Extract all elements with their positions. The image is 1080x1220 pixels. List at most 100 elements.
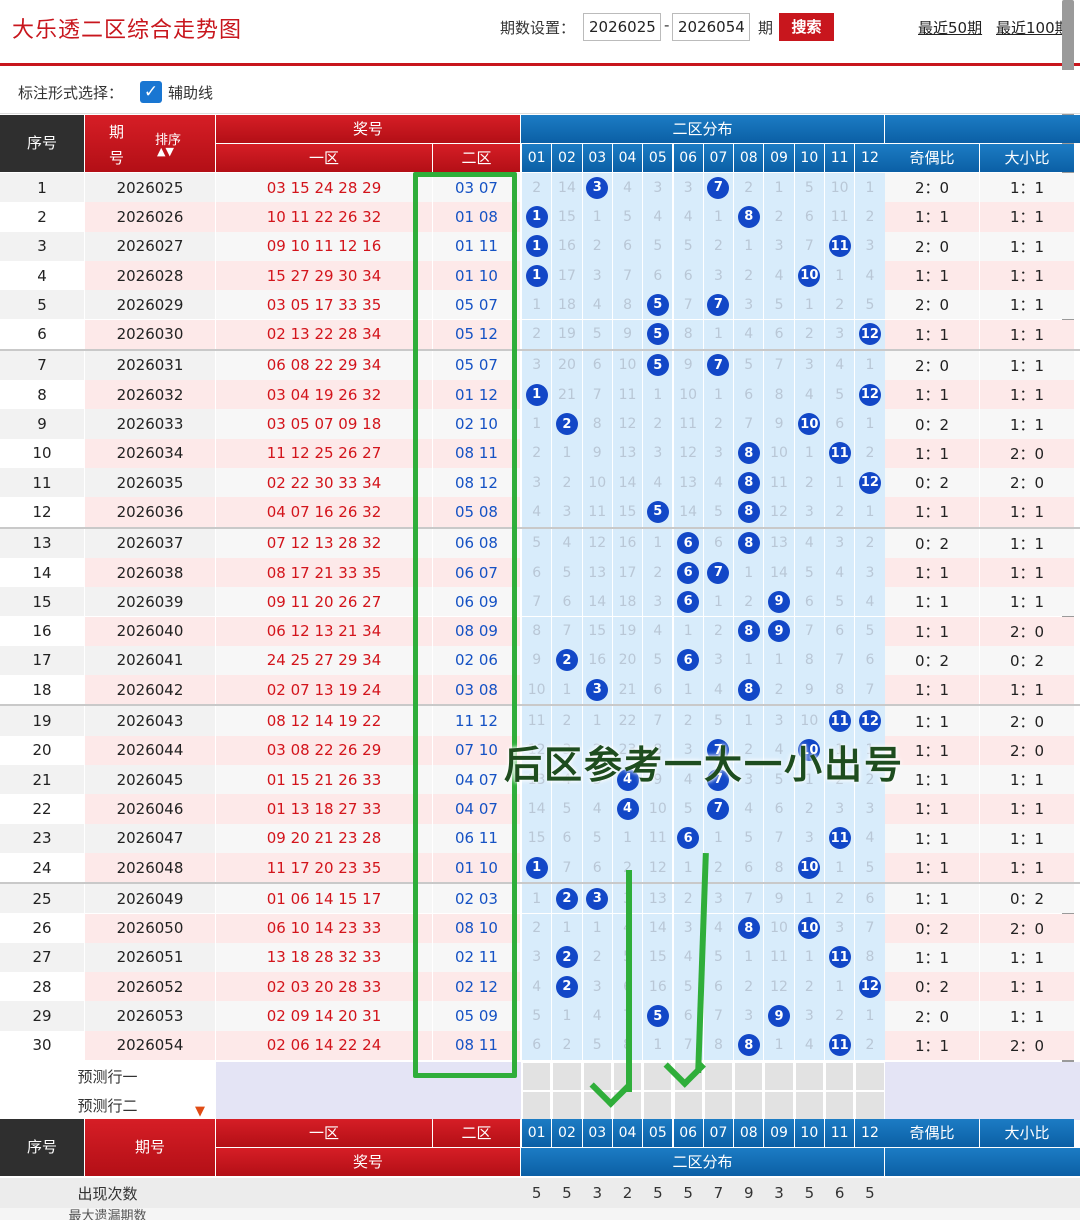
- predict-cell[interactable]: [794, 1062, 824, 1091]
- predict-cell[interactable]: [825, 1062, 855, 1091]
- predict-cell[interactable]: [764, 1062, 794, 1091]
- hit-ball: 11: [825, 942, 855, 973]
- zone1-cell: 09 10 11 12 16: [216, 231, 432, 261]
- miss-cell: 7: [552, 616, 582, 646]
- odd-even-cell: 1：1: [885, 1030, 979, 1060]
- miss-cell: 6: [522, 1030, 552, 1060]
- down-arrow-icon[interactable]: ▼: [195, 1104, 205, 1119]
- miss-cell: 5: [825, 380, 855, 410]
- table-row: 15 2026039 09 11 20 26 27 06 09 7 6 14 18 3 6 1 2 9 6…: [0, 587, 1080, 617]
- seq-cell: 11: [0, 468, 84, 498]
- miss-cell: 1: [703, 823, 734, 853]
- issue-cell: 2026049: [85, 884, 215, 914]
- hit-ball: 12: [855, 380, 885, 410]
- predict-cell[interactable]: [703, 1062, 734, 1091]
- predict-cell[interactable]: [522, 1062, 552, 1091]
- miss-cell: 8: [673, 319, 703, 349]
- seq-cell: 20: [0, 735, 84, 765]
- miss-cell: 1: [582, 202, 612, 232]
- hit-ball: 3: [582, 884, 612, 914]
- footer-num-07: 07: [703, 1119, 734, 1147]
- big-small-cell: 1：1: [980, 350, 1074, 381]
- odd-even-cell: 1：1: [885, 852, 979, 883]
- search-button[interactable]: 搜索: [779, 13, 834, 41]
- predict-cell[interactable]: [734, 1091, 764, 1120]
- predict-cell[interactable]: [673, 1091, 703, 1120]
- hit-ball: 7: [703, 350, 734, 381]
- miss-cell: 6: [825, 409, 855, 439]
- miss-cell: 2: [552, 1030, 582, 1060]
- zone1-cell: 02 06 14 22 24: [216, 1030, 432, 1060]
- predict-cell[interactable]: [764, 1091, 794, 1120]
- footer-num-02: 02: [552, 1119, 582, 1147]
- big-small-cell: 1：1: [980, 852, 1074, 883]
- hit-ball: 1: [522, 231, 552, 261]
- miss-cell: 1: [522, 884, 552, 914]
- footer-odd-even: 奇偶比: [885, 1119, 979, 1147]
- miss-cell: 4: [703, 675, 734, 705]
- miss-cell: 2: [734, 173, 764, 203]
- table-row: 26202605006 10 14 23 3308 10211414348101…: [0, 913, 1080, 943]
- predict-cell[interactable]: [855, 1062, 885, 1091]
- miss-cell: 3: [552, 497, 582, 527]
- period-from-input[interactable]: [583, 13, 661, 41]
- miss-cell: 3: [825, 794, 855, 824]
- predict-cell[interactable]: [703, 1091, 734, 1120]
- ball-12: 12: [858, 383, 881, 406]
- miss-cell: 2: [703, 231, 734, 261]
- big-small-cell: 2：0: [980, 468, 1074, 498]
- aux-line-checkbox[interactable]: ✓: [140, 81, 162, 103]
- miss-cell: 5: [855, 290, 885, 320]
- ball-08: 8: [737, 442, 760, 465]
- predict-cell[interactable]: [794, 1091, 824, 1120]
- seq-cell: 17: [0, 645, 84, 676]
- predict-cell[interactable]: [522, 1091, 552, 1120]
- seq-cell: 8: [0, 380, 84, 410]
- last-100-link[interactable]: 最近100期: [996, 17, 1070, 38]
- page-title: 大乐透二区综合走势图: [12, 18, 243, 43]
- period-unit: 期: [758, 19, 774, 37]
- last-50-link[interactable]: 最近50期: [918, 17, 982, 38]
- miss-cell: 11: [582, 497, 612, 527]
- ball-11: 11: [828, 1034, 851, 1057]
- predict-cell[interactable]: [734, 1062, 764, 1091]
- zone1-cell: 01 06 14 15 17: [216, 884, 432, 914]
- predict-row[interactable]: 预测行一: [0, 1062, 1080, 1091]
- ball-05: 5: [646, 293, 669, 316]
- miss-cell: 11: [522, 706, 552, 736]
- header-issue[interactable]: 期 号 排序 ▲▼: [85, 115, 215, 172]
- predict-cell[interactable]: [825, 1091, 855, 1120]
- miss-cell: 4: [764, 260, 794, 291]
- issue-cell: 2026041: [85, 645, 215, 676]
- miss-cell: 3: [855, 794, 885, 824]
- miss-cell: 1: [703, 587, 734, 617]
- miss-cell: 2: [825, 290, 855, 320]
- header-blank: [885, 115, 1080, 143]
- predict-row[interactable]: 预测行二: [0, 1091, 1080, 1120]
- odd-even-cell: 0：2: [885, 913, 979, 943]
- miss-cell: 2: [794, 794, 824, 824]
- miss-cell: 14: [582, 587, 612, 617]
- issue-cell: 2026043: [85, 706, 215, 736]
- predict-cell[interactable]: [552, 1062, 582, 1091]
- big-small-cell: 2：0: [980, 913, 1074, 943]
- seq-cell: 26: [0, 913, 84, 943]
- header-num-06: 06: [673, 144, 703, 172]
- appear-count: 7: [713, 1184, 724, 1202]
- miss-cell: 5: [703, 497, 734, 527]
- predict-cell[interactable]: [855, 1091, 885, 1120]
- period-to-input[interactable]: [672, 13, 750, 41]
- miss-cell: 1: [825, 260, 855, 291]
- miss-cell: 3: [673, 173, 703, 203]
- hit-ball: 11: [825, 231, 855, 261]
- predict-cell[interactable]: [643, 1091, 673, 1120]
- predict-cell[interactable]: [552, 1091, 582, 1120]
- miss-cell: 4: [794, 1030, 824, 1060]
- miss-cell: 10: [764, 438, 794, 468]
- table-row: 30202605402 06 14 22 2408 11625817881411…: [0, 1030, 1080, 1060]
- sort-arrows-icon[interactable]: ▲▼: [157, 145, 174, 158]
- miss-cell: 16: [612, 528, 643, 558]
- miss-cell: 7: [703, 1001, 734, 1031]
- miss-cell: 4: [582, 290, 612, 320]
- hit-ball: 2: [552, 645, 582, 676]
